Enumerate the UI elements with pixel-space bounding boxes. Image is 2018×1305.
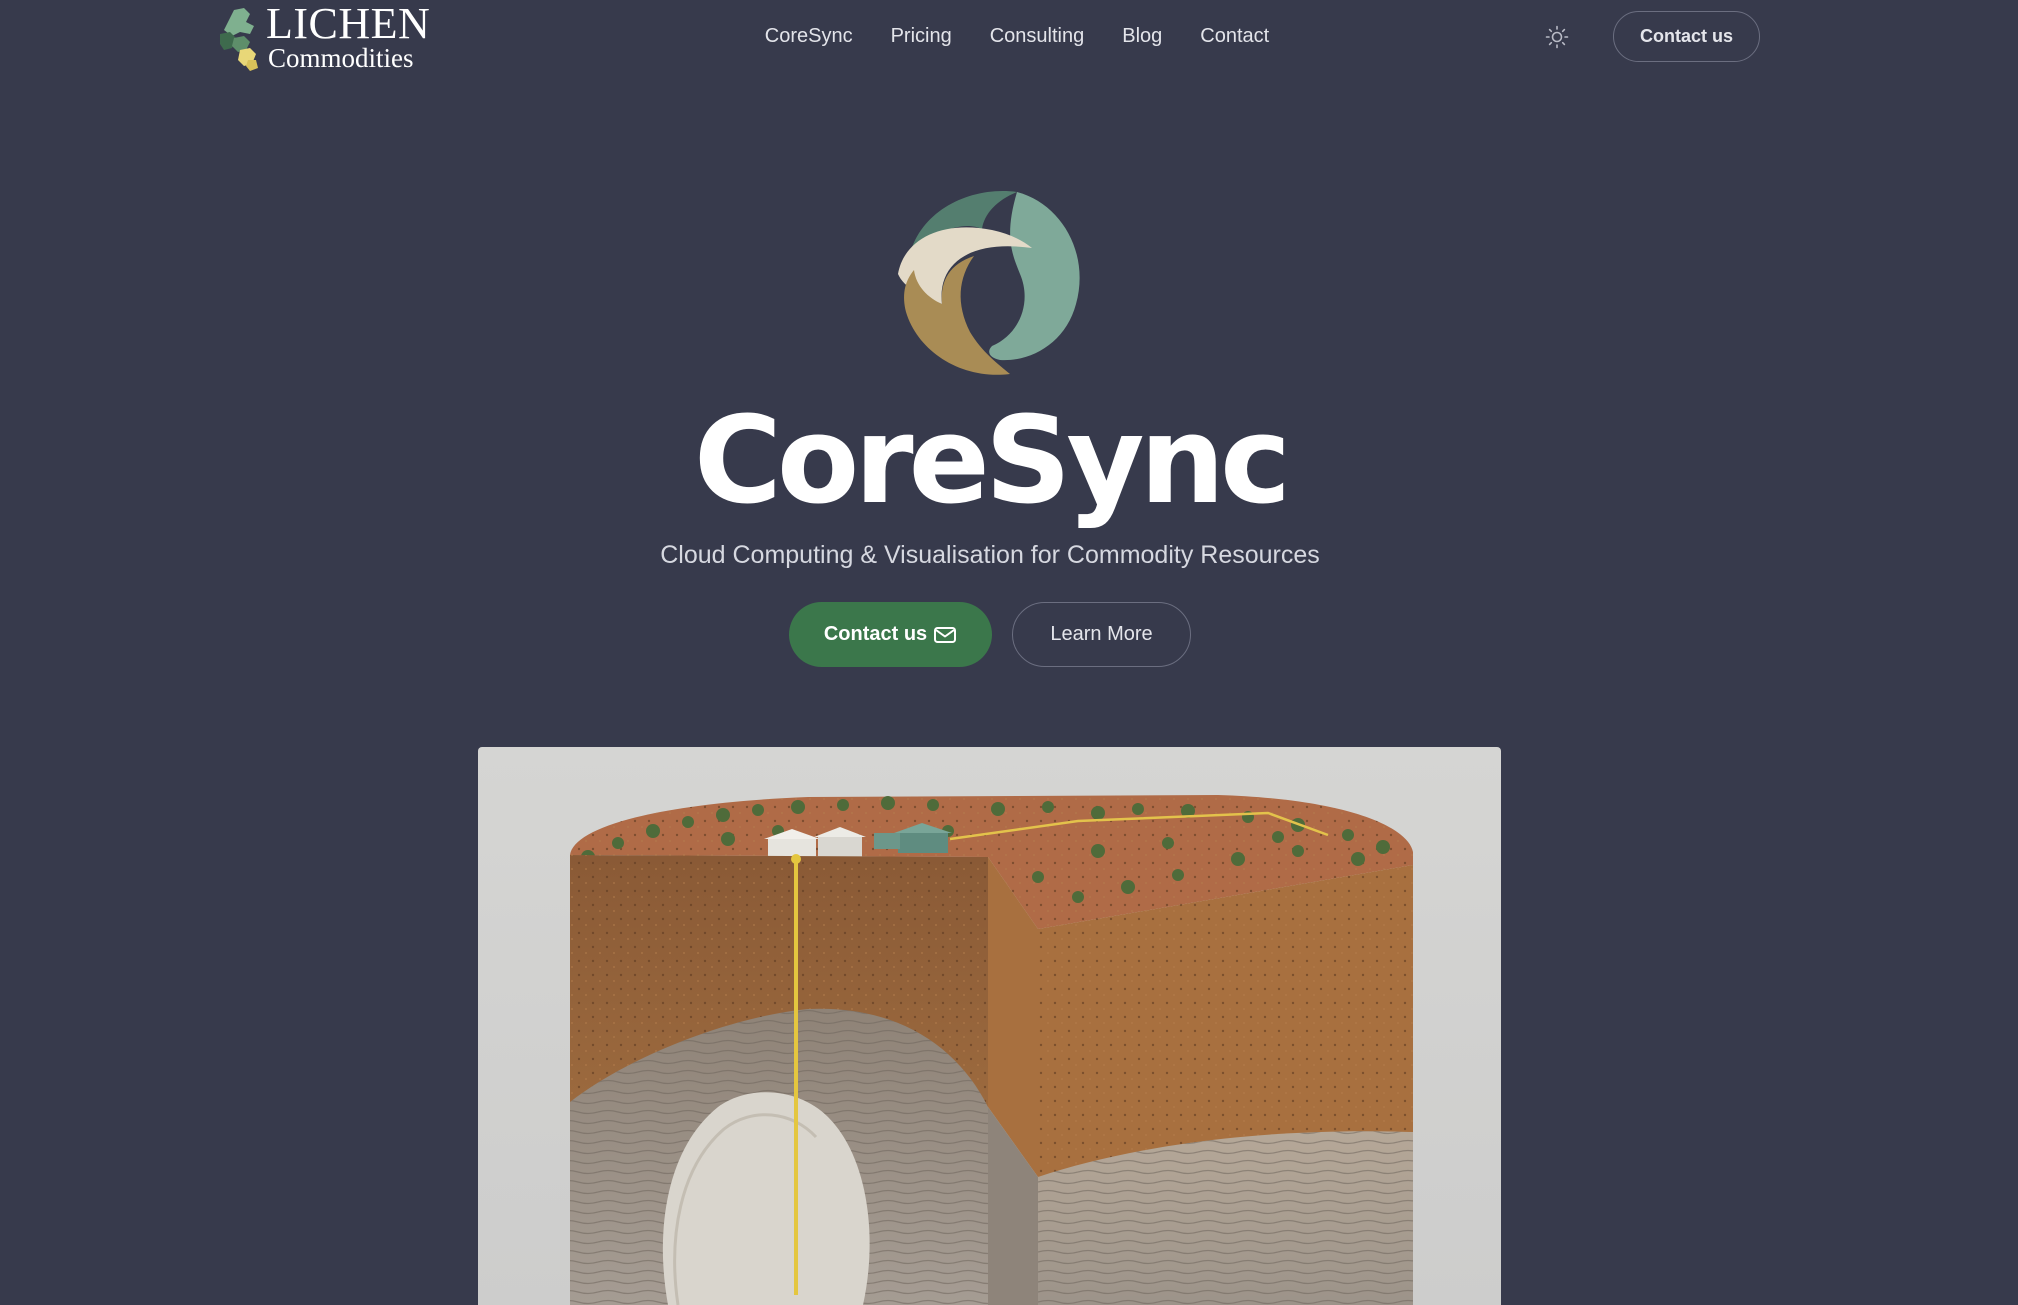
nav-item-coresync[interactable]: CoreSync: [765, 22, 853, 50]
nav-item-consulting[interactable]: Consulting: [990, 22, 1085, 50]
nav-item-contact[interactable]: Contact: [1200, 22, 1269, 50]
geological-cross-section-illustration: [478, 747, 1501, 1305]
hero-contact-button-label: Contact us: [823, 623, 928, 645]
nav-item-pricing[interactable]: Pricing: [891, 22, 952, 50]
sun-icon: [1545, 25, 1569, 49]
mail-icon: [934, 626, 957, 643]
site-header: LICHEN Commodities CoreSync Pricing Cons…: [0, 0, 2018, 74]
theme-toggle-button[interactable]: [1542, 24, 1572, 50]
hero-title: CoreSync: [693, 392, 1291, 531]
header-contact-button[interactable]: Contact us: [1613, 11, 1760, 62]
main-nav-list: CoreSync Pricing Consulting Blog Contact: [746, 22, 1288, 50]
learn-more-button[interactable]: Learn More: [1012, 602, 1191, 667]
hero-subtitle: Cloud Computing & Visualisation for Comm…: [660, 541, 1320, 569]
coresync-swirl-icon: [892, 184, 1088, 380]
hero-contact-button[interactable]: Contact us: [789, 602, 992, 667]
nav-item-blog[interactable]: Blog: [1122, 22, 1162, 50]
